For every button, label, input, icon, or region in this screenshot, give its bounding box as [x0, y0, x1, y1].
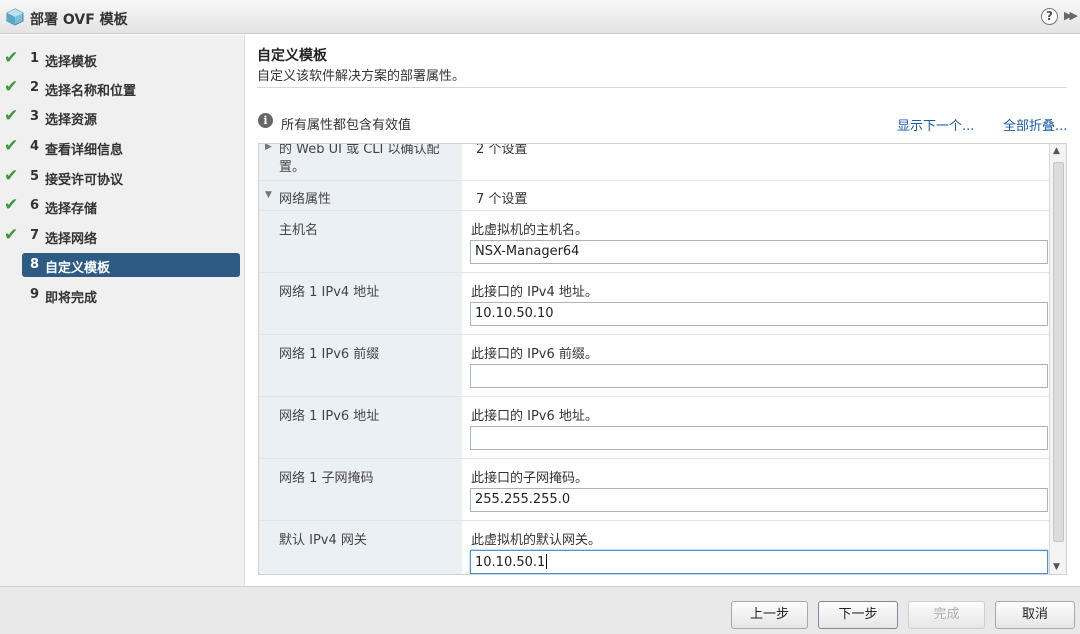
property-label: 默认 IPv4 网关	[279, 533, 367, 548]
property-row-ipv4-address: 网络 1 IPv4 地址 此接口的 IPv4 地址。 10.10.50.10	[259, 273, 1049, 335]
step-number: 5	[30, 169, 40, 184]
scrollbar-thumb[interactable]	[1053, 162, 1064, 542]
default-gateway-value: 10.10.50.1	[475, 555, 546, 570]
property-row-ipv6-prefix: 网络 1 IPv6 前缀 此接口的 IPv6 前缀。	[259, 335, 1049, 397]
text-caret	[546, 554, 548, 569]
property-row-hostname: 主机名 此虚拟机的主机名。 NSX-Manager64	[259, 211, 1049, 273]
ipv6-prefix-input[interactable]	[470, 364, 1048, 388]
step-number: 1	[30, 51, 40, 66]
group-description-line2: 置。	[279, 160, 306, 175]
nav-step-4[interactable]: ✔ 4 查看详细信息	[0, 135, 245, 159]
validation-status: 所有属性都包含有效值	[281, 118, 412, 133]
property-description: 此虚拟机的主机名。	[471, 223, 589, 238]
hostname-input[interactable]: NSX-Manager64	[470, 240, 1048, 264]
ipv6-address-input[interactable]	[470, 426, 1048, 450]
window-title: 部署 OVF 模板	[30, 12, 128, 28]
finish-button[interactable]: 完成	[908, 601, 985, 629]
nav-step-6[interactable]: ✔ 6 选择存储	[0, 194, 245, 218]
step-label: 即将完成	[45, 291, 98, 306]
checkmark-icon: ✔	[4, 225, 19, 245]
property-description: 此接口的子网掩码。	[471, 471, 589, 486]
help-icon[interactable]: ?	[1041, 8, 1058, 25]
checkmark-icon: ✔	[4, 195, 19, 215]
nav-step-5[interactable]: ✔ 5 接受许可协议	[0, 165, 245, 189]
nav-step-1[interactable]: ✔ 1 选择模板	[0, 47, 245, 71]
page-title: 自定义模板	[257, 48, 327, 64]
step-number: 7	[30, 228, 40, 243]
nav-step-3[interactable]: ✔ 3 选择资源	[0, 105, 245, 129]
property-description: 此接口的 IPv4 地址。	[471, 285, 598, 300]
cancel-button[interactable]: 取消	[995, 601, 1075, 629]
group-setting-count: 2 个设置	[476, 143, 528, 157]
group-setting-count: 7 个设置	[476, 192, 528, 207]
property-label: 主机名	[279, 223, 319, 238]
nav-step-2[interactable]: ✔ 2 选择名称和位置	[0, 76, 245, 100]
nav-step-9[interactable]: 9 即将完成	[0, 283, 245, 307]
network-properties-group[interactable]: ▼ 网络属性 7 个设置	[259, 181, 1049, 211]
partial-group-row[interactable]: ▶ 的 Web UI 或 CLI 以确认配 置。 2 个设置	[259, 143, 1049, 181]
property-label: 网络 1 IPv4 地址	[279, 285, 380, 300]
step-label: 选择名称和位置	[45, 84, 137, 99]
checkmark-icon: ✔	[4, 106, 19, 126]
nav-step-7[interactable]: ✔ 7 选择网络	[0, 224, 245, 248]
back-button[interactable]: 上一步	[731, 601, 808, 629]
wizard-footer: 上一步 下一步 完成 取消	[0, 586, 1080, 634]
property-row-subnet-mask: 网络 1 子网掩码 此接口的子网掩码。 255.255.255.0	[259, 459, 1049, 521]
properties-grid: ▶ 的 Web UI 或 CLI 以确认配 置。 2 个设置 ▼ 网络属性 7 …	[258, 143, 1067, 575]
checkmark-icon: ✔	[4, 48, 19, 68]
property-label: 网络 1 子网掩码	[279, 471, 374, 486]
step-label: 选择网络	[45, 232, 98, 247]
subnet-mask-input[interactable]: 255.255.255.0	[470, 488, 1048, 512]
next-button[interactable]: 下一步	[818, 601, 898, 629]
property-description: 此接口的 IPv6 前缀。	[471, 347, 598, 362]
divider	[257, 87, 1067, 88]
checkmark-icon: ✔	[4, 77, 19, 97]
collapse-all-link[interactable]: 全部折叠...	[1003, 115, 1067, 134]
step-label: 选择资源	[45, 113, 98, 128]
step-number: 6	[30, 198, 40, 213]
property-description: 此虚拟机的默认网关。	[471, 533, 602, 548]
property-row-default-gateway: 默认 IPv4 网关 此虚拟机的默认网关。 10.10.50.1	[259, 521, 1049, 574]
step-label: 接受许可协议	[45, 173, 124, 188]
ovf-template-icon	[6, 8, 24, 26]
step-label: 选择存储	[45, 202, 98, 217]
info-icon: i	[258, 113, 273, 128]
step-number: 8	[30, 257, 40, 272]
scroll-up-arrow-icon[interactable]: ▲	[1053, 146, 1060, 156]
show-next-link[interactable]: 显示下一个...	[897, 115, 974, 134]
scroll-down-arrow-icon[interactable]: ▼	[1053, 562, 1060, 572]
ipv4-address-input[interactable]: 10.10.50.10	[470, 302, 1048, 326]
step-label: 自定义模板	[45, 261, 111, 276]
expand-icon[interactable]: ▶▶	[1064, 9, 1078, 22]
checkmark-icon: ✔	[4, 166, 19, 186]
title-bar: 部署 OVF 模板 ? ▶▶	[0, 0, 1080, 34]
group-description-line1: 的 Web UI 或 CLI 以确认配	[279, 143, 440, 157]
step-label: 查看详细信息	[45, 143, 124, 158]
step-number: 4	[30, 139, 40, 154]
collapsed-triangle-icon[interactable]: ▶	[265, 144, 272, 152]
wizard-steps-nav: ✔ 1 选择模板 ✔ 2 选择名称和位置 ✔ 3 选择资源 ✔ 4 查看详细信息…	[0, 35, 245, 586]
page-subtitle: 自定义该软件解决方案的部署属性。	[257, 69, 466, 84]
default-gateway-input[interactable]: 10.10.50.1	[470, 550, 1048, 574]
checkmark-icon: ✔	[4, 136, 19, 156]
property-row-ipv6-address: 网络 1 IPv6 地址 此接口的 IPv6 地址。	[259, 397, 1049, 459]
step-number: 3	[30, 109, 40, 124]
property-label: 网络 1 IPv6 地址	[279, 409, 380, 424]
step-number: 2	[30, 80, 40, 95]
step-label: 选择模板	[45, 55, 98, 70]
step-number: 9	[30, 287, 40, 302]
expanded-triangle-icon[interactable]: ▼	[265, 190, 272, 200]
group-label: 网络属性	[279, 192, 332, 207]
vertical-scrollbar[interactable]: ▲ ▼	[1049, 144, 1066, 574]
main-panel: 自定义模板 自定义该软件解决方案的部署属性。 i 所有属性都包含有效值 显示下一…	[246, 35, 1080, 586]
property-description: 此接口的 IPv6 地址。	[471, 409, 598, 424]
property-label: 网络 1 IPv6 前缀	[279, 347, 380, 362]
nav-step-8-active[interactable]: 8 自定义模板	[22, 253, 240, 277]
